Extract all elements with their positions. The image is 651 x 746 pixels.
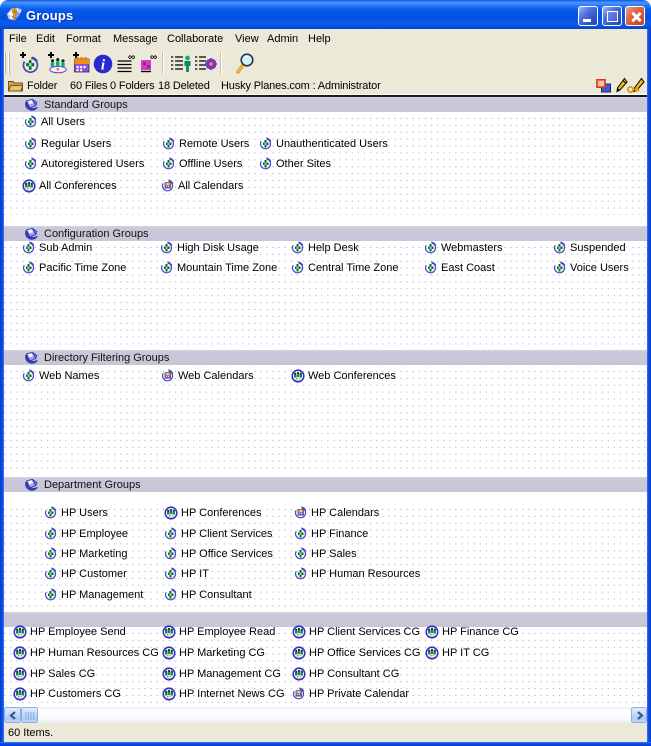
svg-text:∞: ∞ bbox=[150, 52, 157, 63]
